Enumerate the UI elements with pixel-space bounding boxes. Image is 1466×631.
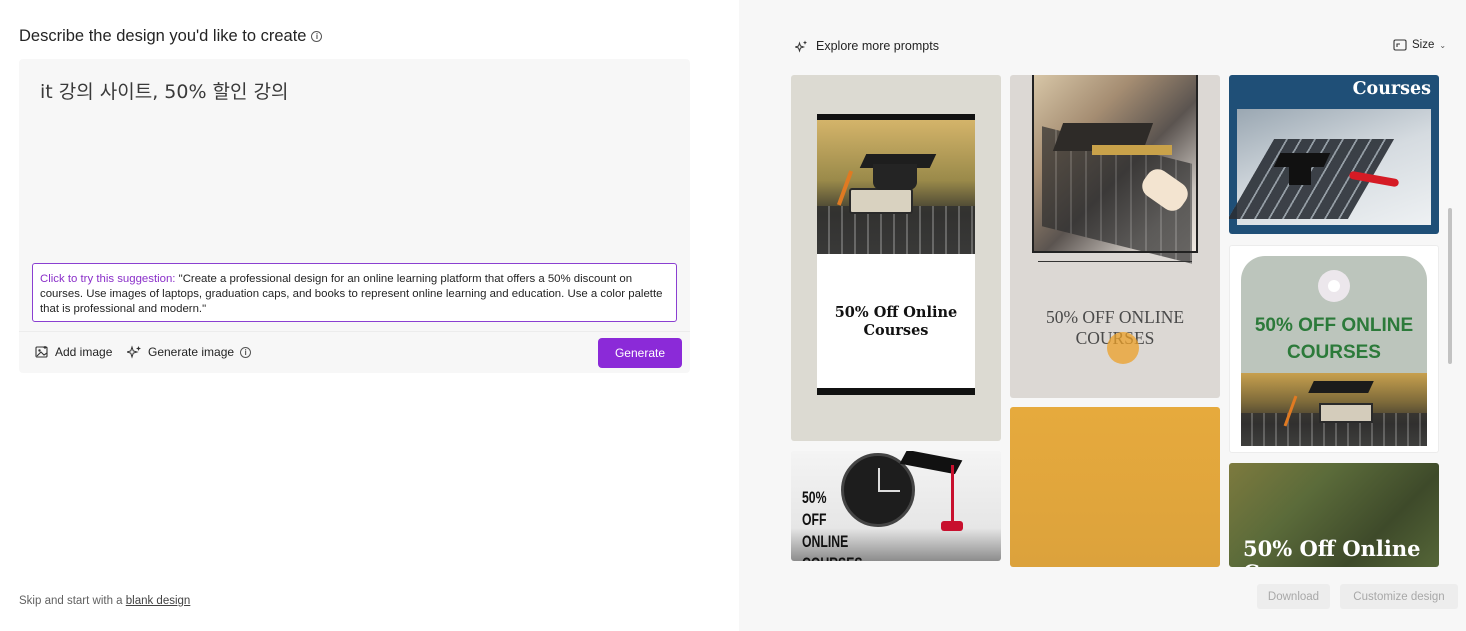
design-card[interactable]: Courses xyxy=(1229,75,1439,234)
design-grid: 50% Off Online Courses 50% OFF ONLINE CO… xyxy=(791,75,1443,567)
skip-text: Skip and start with a blank design xyxy=(19,595,190,607)
design-card[interactable]: 50% OFF ONLINE COURSES xyxy=(1010,75,1220,398)
card-headline: Courses xyxy=(1352,79,1431,99)
add-image-label: Add image xyxy=(55,345,113,359)
explore-prompts-button[interactable]: Explore more prompts xyxy=(795,39,939,53)
prompt-panel: Describe the design you'd like to create… xyxy=(0,0,739,631)
results-panel: Explore more prompts Size ⌄ 50% Off Onli… xyxy=(739,0,1466,631)
download-button[interactable]: Download xyxy=(1257,584,1330,609)
blank-design-link[interactable]: blank design xyxy=(126,595,191,607)
generate-button[interactable]: Generate xyxy=(598,338,682,368)
generate-image-button[interactable]: Generate image i xyxy=(127,345,252,359)
divider xyxy=(19,331,690,332)
size-dropdown[interactable]: Size ⌄ xyxy=(1393,39,1446,51)
image-add-icon xyxy=(35,346,48,358)
design-card[interactable]: 50% OFF ONLINE COURSES xyxy=(1229,245,1439,453)
size-label: Size xyxy=(1412,39,1435,51)
graduation-cap-photo xyxy=(1241,373,1427,446)
explore-label: Explore more prompts xyxy=(816,39,939,53)
prompt-value[interactable]: it 강의 사이트, 50% 할인 강의 xyxy=(40,77,289,104)
add-image-button[interactable]: Add image xyxy=(35,345,112,359)
design-card[interactable]: 50% Off Online Courses xyxy=(791,75,1001,441)
card-headline: 50% Off Online Courses xyxy=(834,304,958,339)
card-headline: 50% OFF ONLINE COURSES xyxy=(1254,315,1414,363)
resize-icon xyxy=(1393,39,1407,51)
cursor-highlight xyxy=(1107,332,1139,364)
scrollbar[interactable] xyxy=(1448,208,1452,364)
page-title: Describe the design you'd like to create… xyxy=(19,27,323,46)
info-icon[interactable]: i xyxy=(311,31,323,42)
laptop-photo xyxy=(1229,109,1431,225)
design-card[interactable]: 50% OFF ONLINE COURSES xyxy=(791,451,1001,561)
prompt-input[interactable]: it 강의 사이트, 50% 할인 강의 Click to try this s… xyxy=(19,59,690,373)
card-headline: 50% Off Online Courses xyxy=(1243,536,1421,568)
card-headline: 50% OFF ONLINE COURSES xyxy=(802,488,863,561)
suggestion-box[interactable]: Click to try this suggestion: "Create a … xyxy=(32,263,677,322)
graduation-cap-photo xyxy=(817,120,975,254)
heading-text: Describe the design you'd like to create xyxy=(19,27,307,45)
suggestion-lead: Click to try this suggestion: xyxy=(40,273,176,285)
sparkle-icon xyxy=(795,40,807,53)
design-card[interactable] xyxy=(1010,407,1220,567)
design-card[interactable]: 50% Off Online Courses xyxy=(1229,463,1439,567)
customize-design-button[interactable]: Customize design xyxy=(1340,584,1458,609)
tag-hole xyxy=(1318,270,1350,302)
generate-image-label: Generate image xyxy=(148,345,235,359)
chevron-down-icon: ⌄ xyxy=(1439,40,1447,50)
sparkle-icon xyxy=(127,345,141,359)
info-icon[interactable]: i xyxy=(240,346,252,358)
skip-prefix: Skip and start with a xyxy=(19,595,126,607)
